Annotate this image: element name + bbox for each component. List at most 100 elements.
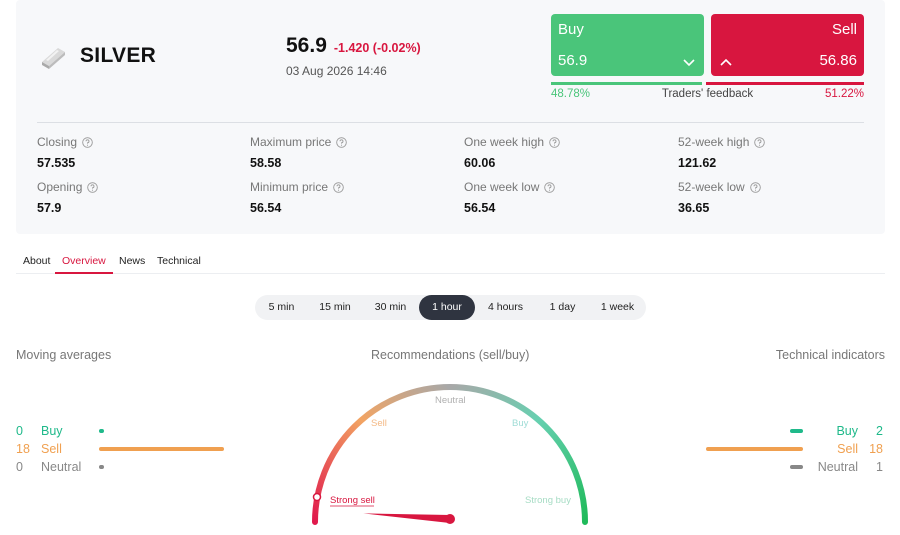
- stat-value: 58.58: [250, 156, 282, 170]
- technical-indicator-bar: [790, 465, 803, 469]
- technical-indicator-sell: Sell 18: [670, 442, 883, 456]
- help-icon[interactable]: [87, 181, 99, 193]
- silver-bar-icon: [42, 48, 65, 69]
- gauge-label-strong-sell: Strong sell: [330, 495, 375, 506]
- chevron-up-icon: [720, 58, 732, 66]
- current-price: 56.9: [286, 34, 327, 57]
- feedback-buy-percent: 48.78%: [551, 88, 591, 100]
- technical-indicator-count: 2: [876, 424, 883, 438]
- feedback-sell-percent: 51.22%: [824, 88, 864, 100]
- stat-52-week-high: 52-week high 121.62: [678, 135, 766, 170]
- help-icon[interactable]: [754, 136, 766, 148]
- moving-average-bar: [99, 465, 104, 469]
- moving-average-neutral: 0 Neutral: [16, 460, 236, 474]
- feedback-title: Traders' feedback: [661, 88, 754, 100]
- stat-value: 57.9: [37, 201, 62, 215]
- stat-minimum-price: Minimum price 56.54: [250, 180, 344, 215]
- period-5-min[interactable]: 5 min: [255, 295, 308, 320]
- gauge-label-neutral: Neutral: [435, 395, 466, 406]
- period-1-week[interactable]: 1 week: [589, 295, 646, 320]
- buy-button-label: Buy: [558, 21, 584, 38]
- traders-feedback-bar: [551, 82, 864, 85]
- gauge-label-buy: Buy: [512, 418, 529, 429]
- moving-average-count: 0: [16, 460, 23, 474]
- help-icon[interactable]: [544, 181, 556, 193]
- recommendations-title: Recommendations (sell/buy): [371, 348, 530, 362]
- technical-indicator-label: Sell: [837, 442, 858, 456]
- technical-indicator-bar: [790, 429, 803, 433]
- stat-label-text: Closing: [37, 135, 78, 149]
- period-1-day[interactable]: 1 day: [536, 295, 589, 320]
- moving-average-count: 0: [16, 424, 23, 438]
- technical-indicators-title: Technical indicators: [775, 348, 885, 362]
- help-icon[interactable]: [333, 181, 344, 193]
- stat-label: Closing: [37, 135, 93, 149]
- help-icon[interactable]: [549, 136, 560, 148]
- technical-indicator-buy: Buy 2: [670, 424, 883, 438]
- stat-label: 52-week high: [678, 135, 766, 149]
- moving-average-label: Neutral: [41, 460, 82, 474]
- help-icon[interactable]: [336, 136, 348, 148]
- stat-label-text: One week low: [464, 180, 540, 194]
- sell-price: 56.86: [819, 52, 857, 69]
- quote-datetime: 03 Aug 2026 14:46: [286, 64, 387, 78]
- feedback-sell-bar: [705, 82, 864, 85]
- moving-average-label: Sell: [41, 442, 62, 456]
- chevron-down-icon: [683, 59, 695, 67]
- stat-one-week-low: One week low 56.54: [464, 180, 556, 215]
- period-15-min[interactable]: 15 min: [308, 295, 362, 320]
- stat-opening: Opening 57.9: [37, 180, 99, 215]
- stat-value: 121.62: [678, 156, 717, 170]
- tab-news[interactable]: News: [119, 255, 145, 267]
- technical-indicator-neutral: Neutral 1: [670, 460, 883, 474]
- tab-overview[interactable]: Overview: [62, 255, 106, 267]
- gauge-label-sell: Sell: [371, 418, 387, 429]
- moving-average-count: 18: [16, 442, 30, 456]
- period-30-min[interactable]: 30 min: [362, 295, 419, 320]
- help-icon[interactable]: [749, 181, 761, 193]
- buy-price: 56.9: [558, 52, 588, 69]
- moving-averages-title: Moving averages: [16, 348, 112, 362]
- traders-feedback-labels: 48.78% Traders' feedback 51.22%: [551, 88, 864, 100]
- stat-one-week-high: One week high 60.06: [464, 135, 560, 170]
- stat-label: Minimum price: [250, 180, 344, 194]
- section-tabs: About Overview News Technical: [16, 252, 885, 274]
- moving-average-bar: [99, 447, 224, 451]
- stat-label-text: Maximum price: [250, 135, 332, 149]
- stat-label: One week high: [464, 135, 560, 149]
- help-icon[interactable]: [82, 136, 93, 148]
- tab-technical[interactable]: Technical: [157, 255, 201, 267]
- stat-label-text: One week high: [464, 135, 545, 149]
- technical-indicator-label: Neutral: [817, 460, 858, 474]
- technical-indicator-count: 1: [876, 460, 883, 474]
- stat-label-text: 52-week low: [678, 180, 745, 194]
- gauge-needle: [363, 513, 451, 523]
- stat-value: 57.535: [37, 156, 76, 170]
- stat-value: 60.06: [464, 156, 496, 170]
- asset-header: SILVER: [38, 42, 156, 70]
- stat-label: One week low: [464, 180, 556, 194]
- card-divider: [37, 122, 864, 123]
- stat-value: 56.54: [464, 201, 496, 215]
- technical-indicator-count: 18: [869, 442, 883, 456]
- period-selector: 5 min 15 min 30 min 1 hour 4 hours 1 day 1 wee…: [255, 295, 646, 320]
- recommendation-gauge: Strong sell Sell Neutral Buy Strong buy: [312, 384, 588, 525]
- period-1-hour[interactable]: 1 hour: [419, 295, 475, 320]
- stat-label: Opening: [37, 180, 99, 194]
- stat-value: 36.65: [678, 201, 710, 215]
- stat-label: 52-week low: [678, 180, 761, 194]
- period-4-hours[interactable]: 4 hours: [476, 295, 535, 320]
- moving-average-sell: 18 Sell: [16, 442, 236, 456]
- stat-maximum-price: Maximum price 58.58: [250, 135, 348, 170]
- buy-button[interactable]: Buy 56.9: [551, 14, 704, 76]
- stat-closing: Closing 57.535: [37, 135, 93, 170]
- sell-button[interactable]: Sell 56.86: [711, 14, 864, 76]
- stat-value: 56.54: [250, 201, 282, 215]
- price-change: -1.420 (-0.02%): [333, 41, 421, 55]
- feedback-buy-bar: [551, 82, 702, 85]
- gauge-label-strong-buy: Strong buy: [525, 495, 571, 506]
- stat-label-text: Minimum price: [250, 180, 329, 194]
- tab-about[interactable]: About: [23, 255, 50, 267]
- stat-label-text: Opening: [37, 180, 83, 194]
- moving-average-label: Buy: [41, 424, 63, 438]
